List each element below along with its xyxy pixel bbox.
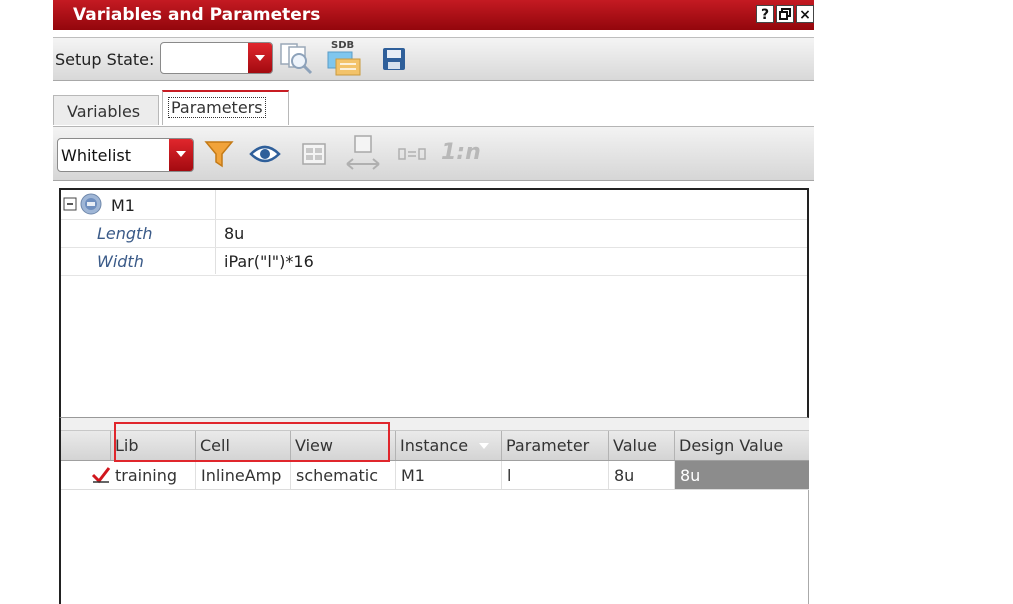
parameter-tree: M1 Length 8u Width iPar("l")*16 bbox=[59, 188, 809, 418]
tree-row-instance[interactable]: M1 bbox=[61, 192, 807, 220]
column-header-parameter[interactable]: Parameter bbox=[501, 431, 608, 460]
equal-icon[interactable] bbox=[397, 146, 427, 162]
tree-row-length[interactable]: Length 8u bbox=[61, 220, 807, 248]
restore-button[interactable] bbox=[776, 5, 794, 23]
sdb-icon[interactable]: SDB bbox=[326, 40, 366, 78]
param-name-length: Length bbox=[97, 224, 153, 243]
tree-row-width[interactable]: Width iPar("l")*16 bbox=[61, 248, 807, 276]
cell-design-value: 8u bbox=[674, 461, 809, 489]
setup-state-combo[interactable] bbox=[160, 42, 273, 74]
cell-cell: InlineAmp bbox=[195, 461, 290, 489]
param-name-width: Width bbox=[97, 252, 144, 271]
param-value-length: 8u bbox=[224, 224, 245, 243]
cell-view: schematic bbox=[290, 461, 395, 489]
variables-parameters-panel: Variables and Parameters ? × Setup State… bbox=[53, 0, 814, 604]
close-button[interactable]: × bbox=[796, 5, 814, 23]
help-button[interactable]: ? bbox=[756, 5, 774, 23]
window-title: Variables and Parameters bbox=[73, 5, 321, 25]
eye-icon[interactable] bbox=[249, 144, 281, 164]
cell-value[interactable]: 8u bbox=[608, 461, 674, 489]
cell-instance: M1 bbox=[395, 461, 501, 489]
cell-lib: training bbox=[115, 466, 177, 485]
highlight-annotation bbox=[114, 422, 390, 462]
parameter-table: Lib Cell View Instance Parameter Value D… bbox=[59, 418, 809, 604]
tab-variables-label: Variables bbox=[67, 102, 141, 121]
column-header-value[interactable]: Value bbox=[608, 431, 674, 460]
filter-combo[interactable]: Whitelist bbox=[57, 138, 194, 172]
load-state-icon[interactable] bbox=[278, 41, 316, 77]
collapse-icon[interactable] bbox=[63, 197, 77, 211]
chevron-down-icon[interactable] bbox=[169, 139, 193, 171]
chevron-down-icon[interactable] bbox=[248, 43, 272, 73]
tab-parameters[interactable]: Parameters bbox=[162, 90, 289, 125]
column-header-instance[interactable]: Instance bbox=[395, 431, 501, 460]
parameters-toolbar: Whitelist 1:n bbox=[53, 126, 814, 181]
table-icon[interactable] bbox=[301, 141, 327, 167]
column-header-design-value[interactable]: Design Value bbox=[674, 431, 809, 460]
expand-icon[interactable] bbox=[345, 134, 381, 174]
title-bar: Variables and Parameters ? × bbox=[53, 0, 814, 30]
save-icon[interactable] bbox=[382, 47, 406, 71]
checkmark-icon[interactable] bbox=[91, 466, 111, 484]
window-controls: ? × bbox=[756, 5, 814, 23]
sort-descending-icon bbox=[479, 443, 489, 449]
restore-icon bbox=[779, 8, 791, 20]
instance-name: M1 bbox=[111, 196, 135, 215]
sdb-graphic bbox=[327, 51, 361, 76]
ratio-button[interactable]: 1:n bbox=[441, 140, 481, 165]
tab-bar: Variables Parameters bbox=[53, 85, 814, 125]
param-value-width: iPar("l")*16 bbox=[224, 252, 314, 271]
filter-value: Whitelist bbox=[61, 146, 132, 165]
cell-parameter: l bbox=[501, 461, 608, 489]
table-row[interactable]: training InlineAmp schematic M1 l 8u 8u bbox=[61, 461, 809, 490]
filter-icon[interactable] bbox=[204, 139, 234, 169]
setup-state-label: Setup State: bbox=[55, 50, 155, 69]
setup-state-toolbar: Setup State: SDB bbox=[53, 37, 814, 81]
instance-icon bbox=[80, 193, 102, 215]
tab-parameters-label: Parameters bbox=[168, 97, 266, 118]
tab-variables[interactable]: Variables bbox=[53, 95, 159, 125]
